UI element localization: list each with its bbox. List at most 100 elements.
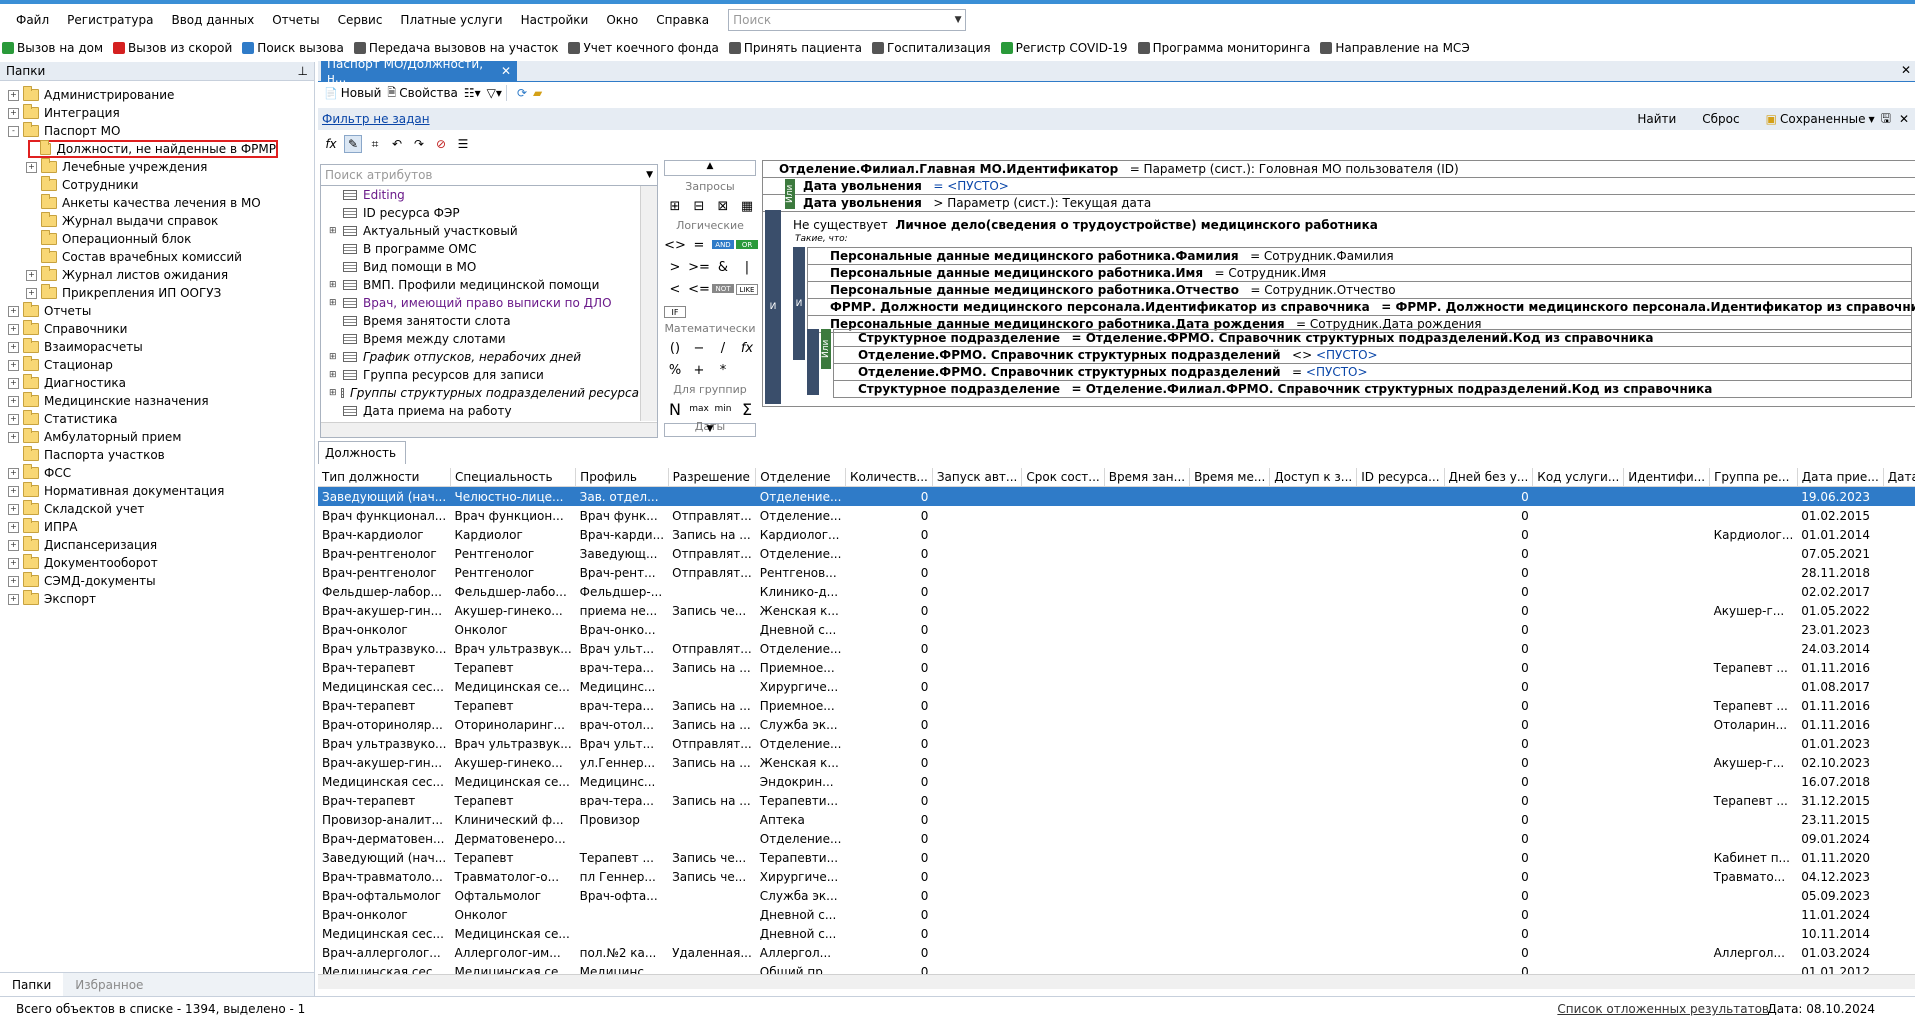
collapse-up-icon[interactable]: ▲: [664, 160, 756, 176]
op-greater-icon[interactable]: >: [664, 258, 686, 276]
op-and-icon[interactable]: AND: [712, 240, 734, 249]
column-header[interactable]: ID ресурса...: [1356, 468, 1445, 487]
tab-favorites[interactable]: Избранное: [63, 973, 155, 997]
save-icon[interactable]: 🖫: [1881, 109, 1891, 130]
tree-item[interactable]: + Взаиморасчеты: [0, 338, 314, 356]
attribute-item[interactable]: Время между слотами: [321, 330, 639, 348]
tree-item[interactable]: + Статистика: [0, 410, 314, 428]
column-header[interactable]: Профиль: [575, 468, 669, 487]
tree-item[interactable]: + Журнал листов ожидания: [0, 266, 314, 284]
table-row[interactable]: Врач-кардиолог Кардиолог Врач-карди... Запи…: [318, 525, 1915, 544]
table-row[interactable]: Врач ультразвуко... Врач ультразвук... Вра…: [318, 639, 1915, 658]
tree-item[interactable]: Журнал выдачи справок: [0, 212, 314, 230]
attribute-item[interactable]: Вид помощи в МО: [321, 258, 639, 276]
expand-icon[interactable]: ⊞: [329, 370, 339, 380]
tree-item[interactable]: Анкеты качества лечения в МО: [0, 194, 314, 212]
op-greater-equal-icon[interactable]: >=: [688, 258, 710, 276]
filter-not-set-link[interactable]: Фильтр не задан: [322, 112, 430, 126]
collapse-down-icon[interactable]: ▼: [664, 423, 756, 437]
toolbar-button-9[interactable]: Направление на МСЭ: [1320, 41, 1470, 55]
table-row[interactable]: Врач-терапевт Терапевт врач-тера... Запись …: [318, 696, 1915, 715]
toolbar-button-2[interactable]: Поиск вызова: [242, 41, 344, 55]
expand-icon[interactable]: +: [8, 359, 19, 371]
tree-item[interactable]: + Отчеты: [0, 302, 314, 320]
tree-item[interactable]: + Экспорт: [0, 590, 314, 608]
table-row[interactable]: Врач-рентгенолог Рентгенолог Заведующ... От…: [318, 544, 1915, 563]
tree-item[interactable]: + Интеграция: [0, 104, 314, 122]
table-row[interactable]: Врач-акушер-гин... Акушер-гинеко... ул.Ген…: [318, 753, 1915, 772]
table-row[interactable]: Врач-акушер-гин... Акушер-гинеко... приема…: [318, 601, 1915, 620]
attribute-item[interactable]: ⊞ Актуальный участковый: [321, 222, 639, 240]
expand-icon[interactable]: ⊞: [329, 226, 339, 236]
pin-icon[interactable]: ⊥: [298, 64, 308, 78]
column-header[interactable]: Специальность: [450, 468, 577, 487]
op-sum-icon[interactable]: Σ: [736, 400, 758, 419]
attribute-item[interactable]: В программе ОМС: [321, 240, 639, 258]
op-parens-icon[interactable]: (): [664, 339, 686, 357]
grid-horizontal-scrollbar[interactable]: [318, 974, 1915, 989]
refresh-button[interactable]: ⟳: [517, 86, 527, 100]
query-condition[interactable]: Персональные данные медицинского работни…: [807, 247, 1912, 264]
attribute-item[interactable]: ID ресурса ФЭР: [321, 204, 639, 222]
op-pipe-icon[interactable]: |: [736, 258, 758, 276]
tree-item[interactable]: Должности, не найденные в ФРМР: [28, 140, 278, 158]
list-icon[interactable]: ☰: [454, 135, 472, 153]
saved-filters-button[interactable]: ▣ Сохраненные ▼: [1766, 112, 1875, 126]
tree-item[interactable]: - Паспорт МО: [0, 122, 314, 140]
menu-registry[interactable]: Регистратура: [58, 4, 162, 36]
menu-paid-services[interactable]: Платные услуги: [391, 4, 511, 36]
expand-icon[interactable]: +: [8, 593, 19, 605]
tree-item[interactable]: Операционный блок: [0, 230, 314, 248]
folder-open-button[interactable]: ▰: [533, 86, 542, 100]
query-condition[interactable]: Дата увольнения > Параметр (сист.): Теку…: [763, 195, 1915, 212]
tree-item[interactable]: + Документооборот: [0, 554, 314, 572]
op-multiply-icon[interactable]: *: [712, 361, 734, 379]
tree-item[interactable]: Состав врачебных комиссий: [0, 248, 314, 266]
columns-button[interactable]: ☷▾: [464, 86, 481, 100]
table-row[interactable]: Медицинская сес... Медицинская се... Медиц…: [318, 677, 1915, 696]
xml-icon[interactable]: ⌗: [366, 135, 384, 153]
tree-item[interactable]: + Амбулаторный прием: [0, 428, 314, 446]
op-not-icon[interactable]: NOT: [712, 284, 734, 293]
expand-icon[interactable]: +: [8, 377, 19, 389]
table-row[interactable]: Врач-оториноляр... Оториноларинг... врач-о…: [318, 715, 1915, 734]
menu-file[interactable]: Файл: [0, 4, 58, 36]
attribute-item[interactable]: Время занятости слота: [321, 312, 639, 330]
table-row[interactable]: Врач-дерматовен... Дерматовенеро... Отделе…: [318, 829, 1915, 848]
tree-item[interactable]: + Складской учет: [0, 500, 314, 518]
column-header[interactable]: Срок сост...: [1021, 468, 1105, 487]
expand-icon[interactable]: +: [8, 485, 19, 497]
expand-icon[interactable]: +: [8, 305, 19, 317]
toolbar-button-8[interactable]: Программа мониторинга: [1137, 41, 1310, 55]
column-header[interactable]: Количеств...: [845, 468, 933, 487]
table-row[interactable]: Медицинская сес... Медицинская се... Дневн…: [318, 924, 1915, 943]
formula-icon[interactable]: fx: [322, 135, 340, 153]
tree-item[interactable]: + Стационар: [0, 356, 314, 374]
table-row[interactable]: Врач-офтальмолог Офтальмолог Врач-офта... С…: [318, 886, 1915, 905]
expand-icon[interactable]: +: [8, 341, 19, 353]
not-exists-row[interactable]: Не существует Личное дело(сведения о тру…: [793, 217, 1378, 233]
redo-icon[interactable]: ↷: [410, 135, 428, 153]
expand-icon[interactable]: +: [8, 431, 19, 443]
tree-item[interactable]: + Прикрепления ИП ООГУЗ: [0, 284, 314, 302]
tree-item[interactable]: + Медицинские назначения: [0, 392, 314, 410]
collapse-icon[interactable]: -: [8, 125, 19, 137]
column-header[interactable]: Отделение: [755, 468, 846, 487]
column-header[interactable]: Дата прие...: [1797, 468, 1884, 487]
and-group-bar[interactable]: [807, 329, 819, 395]
find-button[interactable]: Найти: [1637, 112, 1676, 126]
chevron-down-icon[interactable]: ▼: [951, 15, 965, 25]
toolbar-button-4[interactable]: Учет коечного фонда: [568, 41, 719, 55]
expand-icon[interactable]: ⊞: [329, 352, 339, 362]
query-condition[interactable]: Отделение.Филиал.Главная МО.Идентификато…: [763, 161, 1915, 178]
table-row[interactable]: Провизор-аналит... Клинический ф... Провиз…: [318, 810, 1915, 829]
menu-service[interactable]: Сервис: [329, 4, 392, 36]
menu-help[interactable]: Справка: [647, 4, 718, 36]
query-condition[interactable]: Персональные данные медицинского работни…: [807, 264, 1912, 281]
undo-icon[interactable]: ↶: [388, 135, 406, 153]
op-count-icon[interactable]: N: [664, 400, 686, 419]
table-row[interactable]: Врач-терапевт Терапевт врач-тера... Запись …: [318, 658, 1915, 677]
expand-icon[interactable]: +: [8, 413, 19, 425]
op-equal-icon[interactable]: =: [688, 236, 710, 254]
attribute-item[interactable]: ⊞ Врач, имеющий право выписки по ДЛО: [321, 294, 639, 312]
